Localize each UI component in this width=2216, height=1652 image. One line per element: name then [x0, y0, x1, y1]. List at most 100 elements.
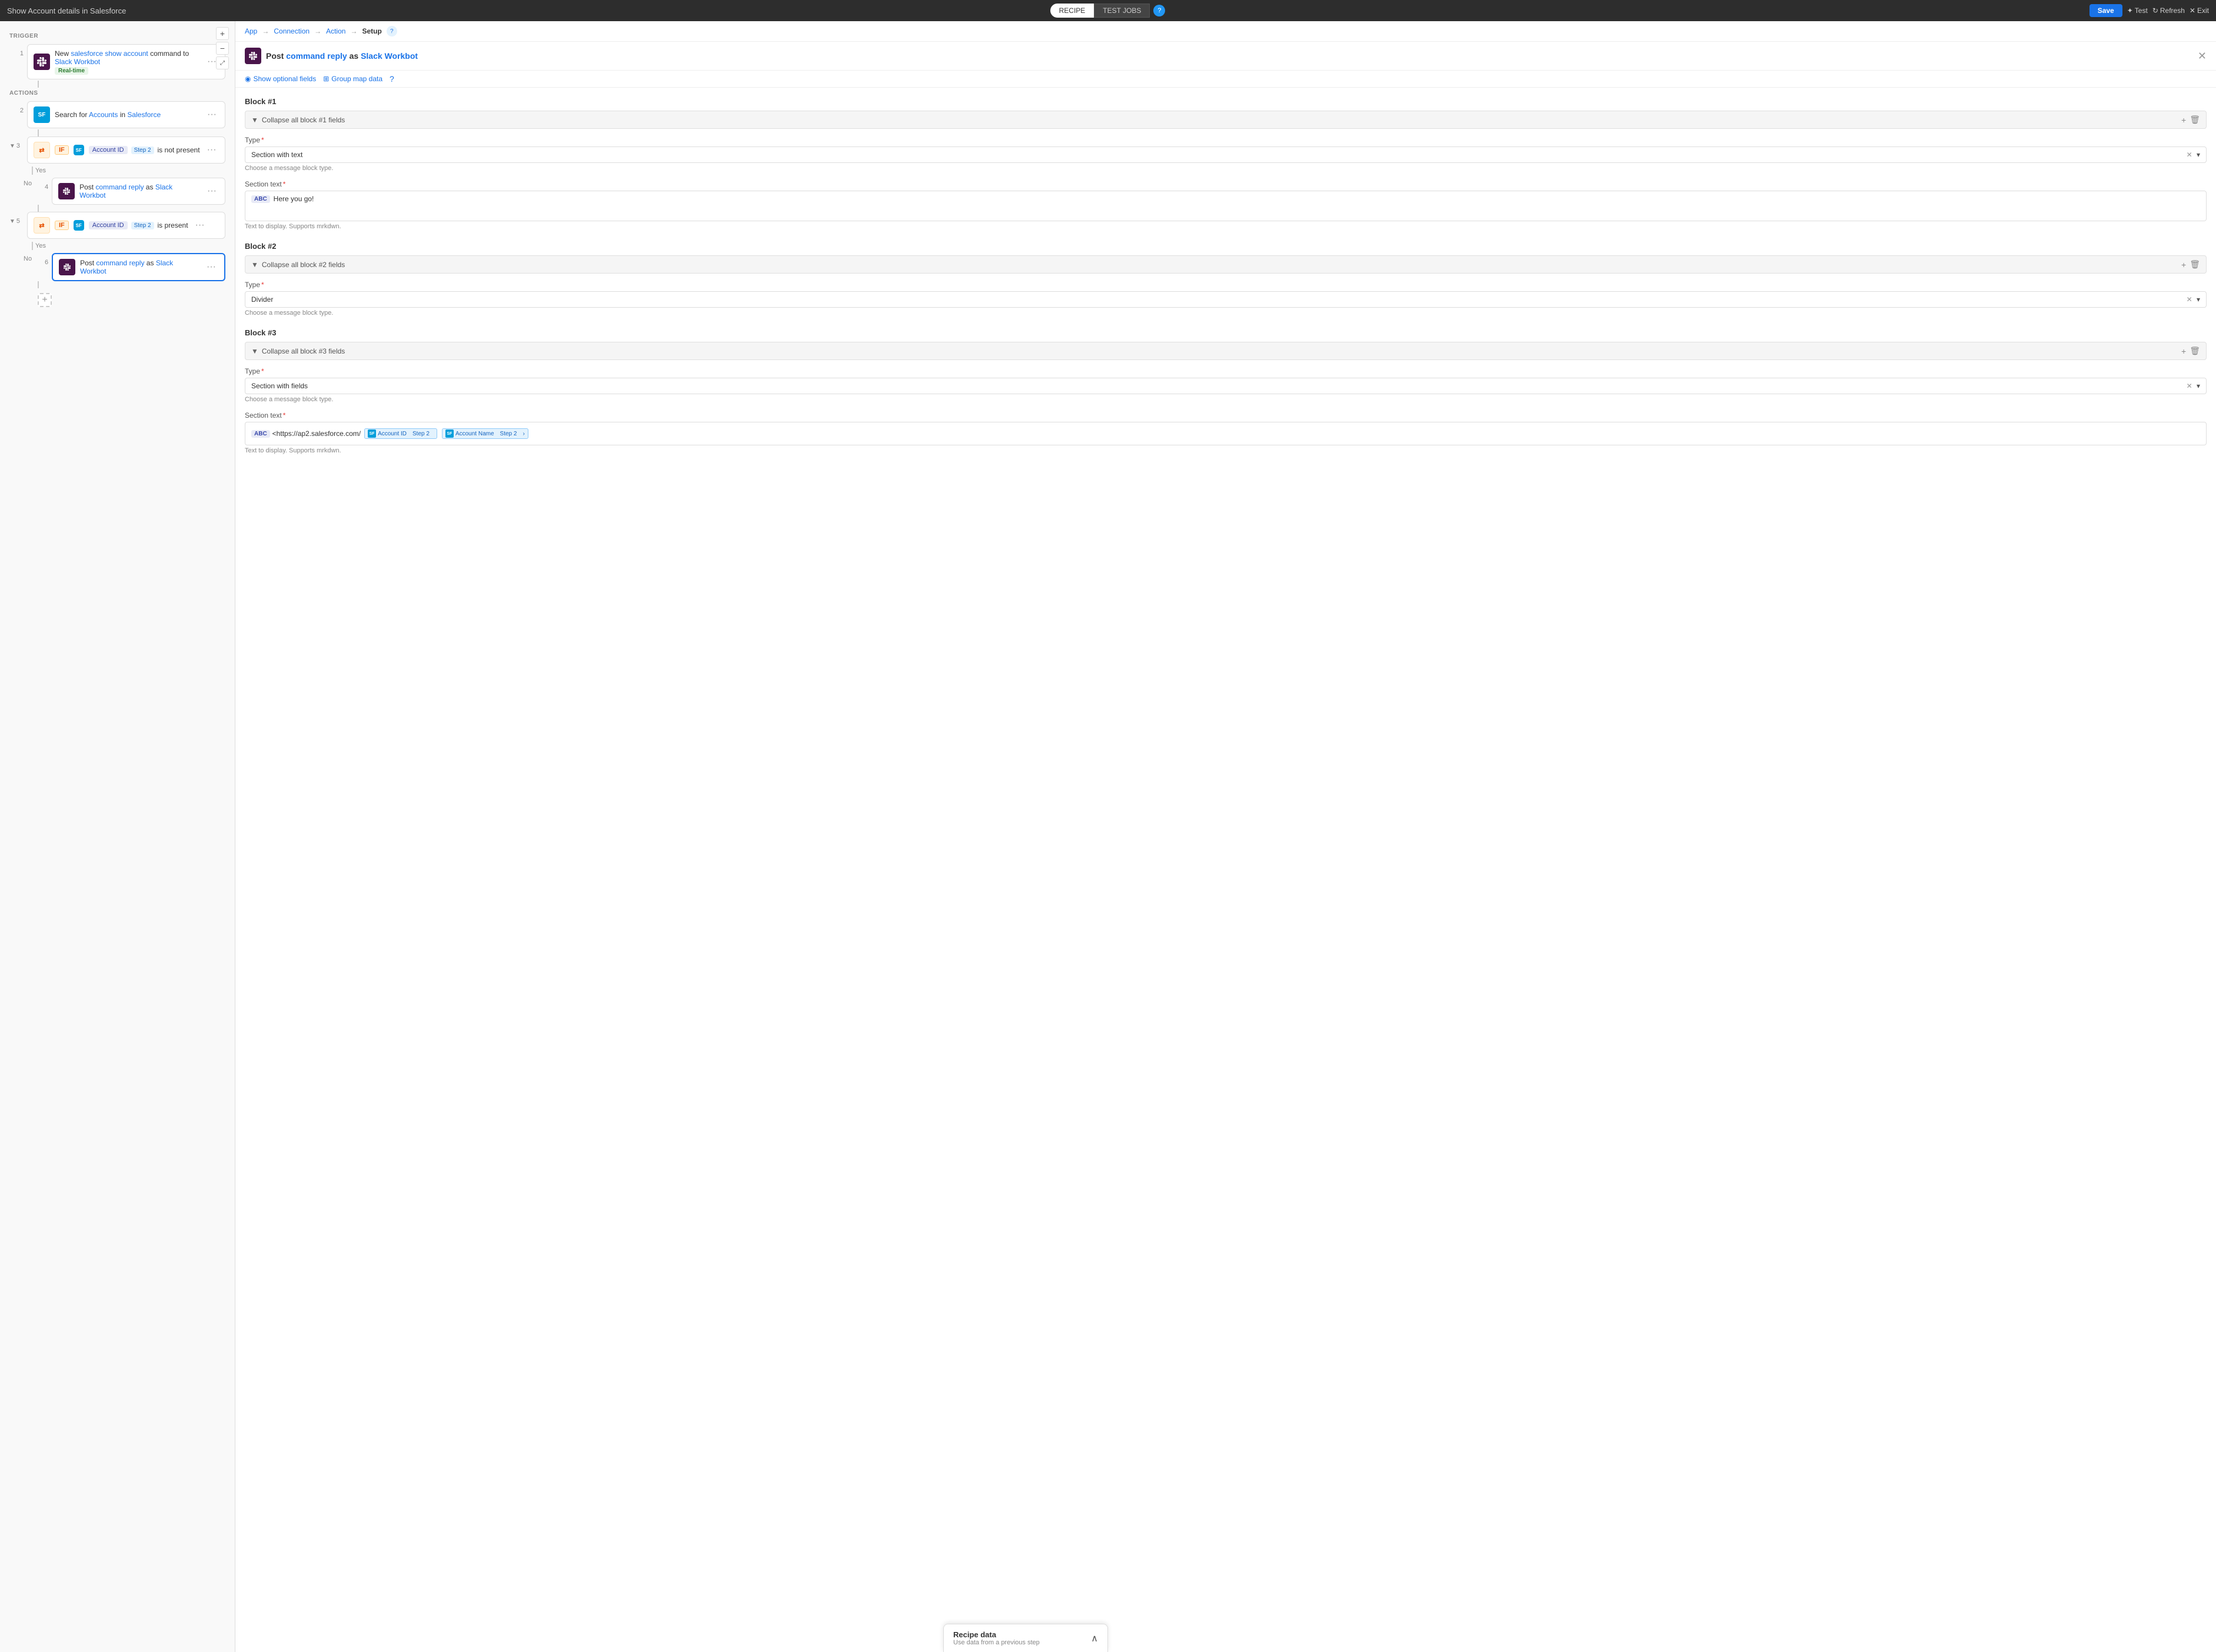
- if-badge-5: IF: [55, 221, 69, 230]
- clear-btn-1[interactable]: ✕: [2187, 151, 2192, 159]
- nav-arrow-2: →: [314, 27, 321, 35]
- dropdown-icon-3[interactable]: ▾: [2197, 382, 2200, 390]
- step-3-sf-icon: SF: [74, 145, 84, 155]
- tab-group: RECIPE TEST JOBS ?: [1050, 4, 1166, 18]
- step-5-card[interactable]: ⇄ IF SF Account ID Step 2 is present ···: [27, 212, 225, 239]
- if-badge-3: IF: [55, 145, 69, 155]
- step-3-menu[interactable]: ···: [205, 144, 219, 156]
- trigger-label: TRIGGER: [9, 33, 225, 39]
- select-controls-1: ✕ ▾: [2187, 151, 2200, 159]
- block-3-type-select[interactable]: Section with fields ✕ ▾: [245, 378, 2207, 394]
- zoom-fit-button[interactable]: ⤢: [216, 56, 229, 69]
- collapse-left-3: ▼ Collapse all block #3 fields: [251, 347, 345, 355]
- dropdown-icon-1[interactable]: ▾: [2197, 151, 2200, 159]
- pill-sf-icon-2: SF: [445, 429, 454, 438]
- save-button[interactable]: Save: [2089, 4, 2122, 17]
- show-optional-link[interactable]: ◉ Show optional fields: [245, 75, 316, 83]
- abc-badge-1: ABC: [251, 195, 270, 203]
- dropdown-icon-2[interactable]: ▾: [2197, 295, 2200, 304]
- step-4-num: 4: [34, 178, 48, 191]
- cond-op-3: is not present: [158, 146, 200, 154]
- block-2-type-select[interactable]: Divider ✕ ▾: [245, 291, 2207, 308]
- block-2-section: Block #2 ▼ Collapse all block #2 fields …: [245, 242, 2207, 317]
- block-1-text-field: Section text* ABC Here you go! Text to d…: [245, 180, 2207, 230]
- nav-setup: Setup: [362, 27, 381, 35]
- collapse-add-3[interactable]: +: [2181, 346, 2186, 356]
- refresh-button[interactable]: ↻ Refresh: [2152, 6, 2185, 15]
- actions-label: ACTIONS: [9, 90, 225, 96]
- block-3-text-hint: Text to display. Supports mrkdwn.: [245, 447, 2207, 454]
- step-5-branches: Yes: [27, 240, 225, 252]
- add-step-button[interactable]: +: [38, 293, 52, 307]
- exit-button[interactable]: ✕ Exit: [2190, 6, 2209, 15]
- nav-connection[interactable]: Connection: [274, 27, 310, 35]
- collapse-actions-1: + 🗑: [2181, 115, 2200, 125]
- step-4-icon: [58, 183, 75, 199]
- realtime-badge: Real-time: [55, 67, 88, 75]
- step-6-area: No 6 Post command reply as Slack Workbot…: [9, 253, 225, 281]
- block-1-text-hint: Text to display. Supports mrkdwn.: [245, 223, 2207, 230]
- zoom-in-button[interactable]: +: [216, 27, 229, 40]
- setup-close-button[interactable]: ✕: [2198, 50, 2207, 62]
- nav-app[interactable]: App: [245, 27, 257, 35]
- collapse-del-3[interactable]: 🗑: [2190, 346, 2200, 356]
- setup-help-button[interactable]: ?: [387, 26, 397, 36]
- test-button[interactable]: ✦ Test: [2127, 6, 2148, 15]
- step-1-icon: [34, 54, 50, 70]
- step-6-num: 6: [34, 253, 48, 266]
- account-name-pill: SF Account Name Step 2 ›: [442, 428, 528, 439]
- block-1-type-select[interactable]: Section with text ✕ ▾: [245, 146, 2207, 163]
- group-map-link[interactable]: ⊞ Group map data: [323, 75, 382, 83]
- block-2-collapse[interactable]: ▼ Collapse all block #2 fields + 🗑: [245, 255, 2207, 274]
- topbar: Show Account details in Salesforce RECIP…: [0, 0, 2216, 21]
- account-id-pill: SF Account ID Step 2: [364, 428, 437, 439]
- step-5-num: ▼ 5: [9, 212, 24, 225]
- nav-action[interactable]: Action: [326, 27, 345, 35]
- step-6-menu[interactable]: ···: [204, 261, 218, 274]
- info-btn[interactable]: ?: [1153, 5, 1165, 16]
- collapse-left-1: ▼ Collapse all block #1 fields: [251, 116, 345, 124]
- collapse-del-1[interactable]: 🗑: [2190, 115, 2200, 125]
- toolbar-help-button[interactable]: ?: [390, 74, 394, 84]
- block-2-type-hint: Choose a message block type.: [245, 309, 2207, 317]
- step-2-menu[interactable]: ···: [205, 108, 219, 121]
- collapse-del-2[interactable]: 🗑: [2190, 259, 2200, 269]
- step-3-branches: Yes: [27, 165, 225, 176]
- block-1-type-label: Type*: [245, 136, 2207, 144]
- pill-sf-icon-1: SF: [368, 429, 376, 438]
- step-2-text: Search for Accounts in Salesforce: [55, 111, 200, 119]
- collapse-actions-2: + 🗑: [2181, 259, 2200, 269]
- connector-6: [38, 281, 39, 288]
- exit-icon: ✕: [2190, 6, 2195, 15]
- step-3-card[interactable]: ⇄ IF SF Account ID Step 2 is not present…: [27, 136, 225, 164]
- collapse-label-3: Collapse all block #3 fields: [262, 347, 345, 355]
- step-1-card[interactable]: New salesforce show account command to S…: [27, 44, 225, 79]
- step-5-menu[interactable]: ···: [193, 219, 207, 232]
- step-1-row: 1 New salesforce show account command to…: [9, 44, 225, 79]
- zoom-out-button[interactable]: −: [216, 42, 229, 55]
- block-2-title: Block #2: [245, 242, 2207, 251]
- block-3-text-area[interactable]: ABC <https://ap2.salesforce.com/ SF Acco…: [245, 422, 2207, 445]
- step-4-area: No 4 Post command reply as Slack Workbot…: [9, 178, 225, 205]
- recipe-tab[interactable]: RECIPE: [1050, 4, 1094, 18]
- collapse-add-1[interactable]: +: [2181, 115, 2186, 125]
- block-1-text-area[interactable]: ABC Here you go!: [245, 191, 2207, 221]
- clear-btn-2[interactable]: ✕: [2187, 295, 2192, 304]
- collapse-actions-3: + 🗑: [2181, 346, 2200, 356]
- block-1-collapse[interactable]: ▼ Collapse all block #1 fields + 🗑: [245, 111, 2207, 129]
- step-6-row: 6 Post command reply as Slack Workbot ··…: [34, 253, 225, 281]
- step-2-wrapper: 2 SF Search for Accounts in Salesforce ·…: [9, 101, 225, 128]
- block-1-type-field: Type* Section with text ✕ ▾ Choose a mes…: [245, 136, 2207, 172]
- step-4-menu[interactable]: ···: [205, 185, 219, 198]
- step-2-card[interactable]: SF Search for Accounts in Salesforce ···: [27, 101, 225, 128]
- block-1-text-value: Here you go!: [274, 195, 314, 203]
- cond-op-5: is present: [158, 221, 188, 229]
- collapse-add-2[interactable]: +: [2181, 259, 2186, 269]
- block-3-type-field: Type* Section with fields ✕ ▾ Choose a m…: [245, 367, 2207, 403]
- test-jobs-tab[interactable]: TEST JOBS: [1094, 4, 1150, 18]
- step-4-card[interactable]: Post command reply as Slack Workbot ···: [52, 178, 225, 205]
- step-6-card[interactable]: Post command reply as Slack Workbot ···: [52, 253, 225, 281]
- step-1-text: New salesforce show account command to S…: [55, 49, 200, 74]
- block-3-collapse[interactable]: ▼ Collapse all block #3 fields + 🗑: [245, 342, 2207, 360]
- clear-btn-3[interactable]: ✕: [2187, 382, 2192, 390]
